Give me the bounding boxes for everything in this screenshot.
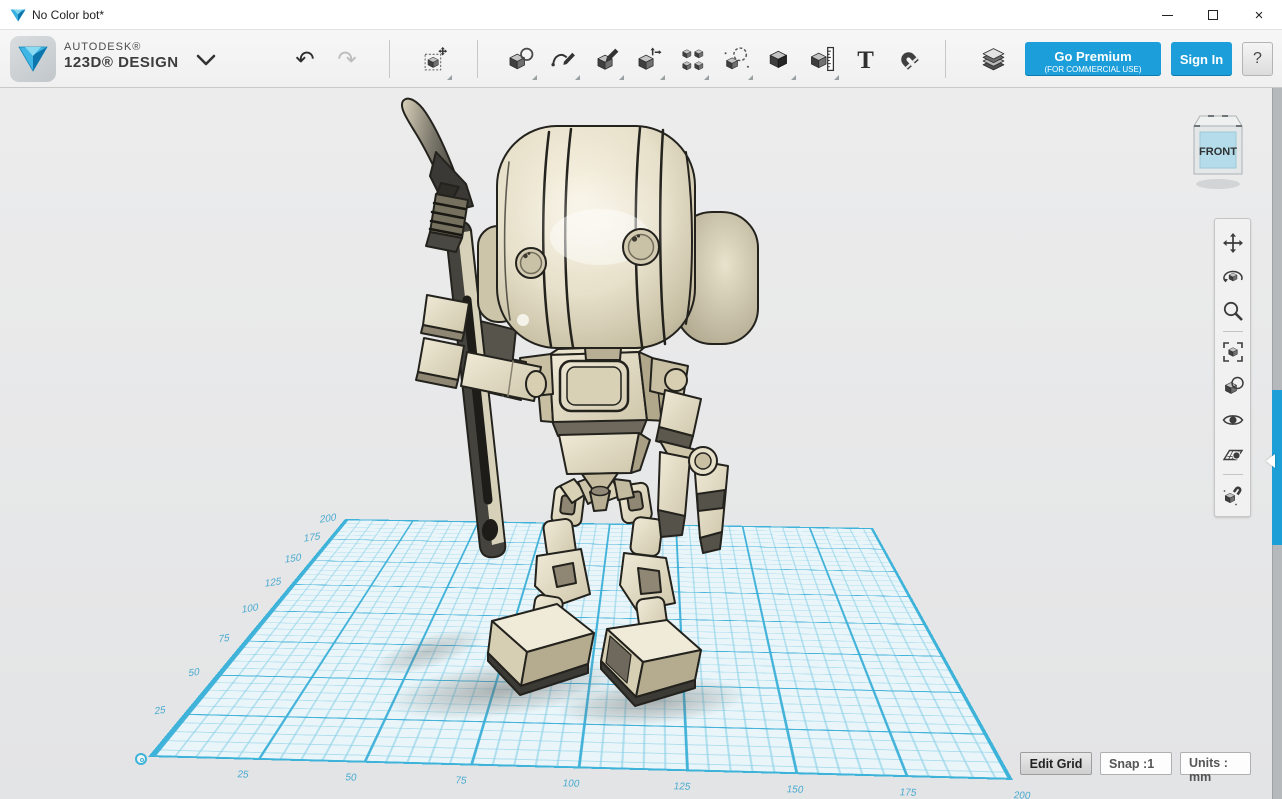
go-premium-button[interactable]: Go Premium (FOR COMMERCIAL USE) xyxy=(1025,42,1161,76)
zoom-tool[interactable] xyxy=(1218,294,1248,328)
magnet-icon xyxy=(895,46,922,73)
eye-icon xyxy=(1222,409,1244,431)
grouping-icon xyxy=(723,46,750,73)
main-toolbar: AUTODESK® 123D® DESIGN ↶ ↷ xyxy=(0,30,1282,88)
snap-to-object-tool[interactable] xyxy=(1218,478,1248,512)
robot-right-eye xyxy=(623,229,659,265)
close-button[interactable]: × xyxy=(1236,0,1282,30)
viewcube-shadow xyxy=(1196,179,1240,189)
menu-chevron-icon[interactable] xyxy=(196,54,216,66)
robot-head xyxy=(478,126,758,360)
tool-pattern[interactable] xyxy=(672,36,712,82)
orbit-tool[interactable] xyxy=(1218,260,1248,294)
viewport-canvas[interactable]: 2550751001251501752002550751001251501752… xyxy=(0,88,1282,799)
tool-sketch[interactable] xyxy=(543,36,583,82)
panel-expand-arrow-icon[interactable] xyxy=(1266,454,1275,468)
snap-setting-field[interactable]: Snap :1 xyxy=(1100,752,1172,775)
tool-combine[interactable] xyxy=(759,36,799,82)
snap-magnet-icon xyxy=(1222,484,1244,506)
maximize-button[interactable] xyxy=(1190,0,1236,30)
pan-tool[interactable] xyxy=(1218,226,1248,260)
toolbar-separator xyxy=(477,40,478,78)
sketch-icon xyxy=(550,46,577,73)
pattern-icon xyxy=(679,46,706,73)
modify-icon xyxy=(635,46,662,73)
fit-icon xyxy=(1222,341,1244,363)
shaded-view-tool[interactable] xyxy=(1218,369,1248,403)
view-cube[interactable]: FRONT xyxy=(1186,110,1250,196)
sign-in-button[interactable]: Sign In xyxy=(1171,42,1232,76)
primitives-icon xyxy=(507,46,534,73)
app-menu-logo[interactable] xyxy=(10,36,56,82)
maximize-icon xyxy=(1208,10,1218,20)
123d-logo-icon xyxy=(18,46,48,72)
units-setting-field[interactable]: Units : mm xyxy=(1180,752,1251,775)
orbit-icon xyxy=(1222,266,1244,288)
tool-material[interactable] xyxy=(973,36,1013,82)
material-layers-icon xyxy=(980,46,1007,73)
close-icon: × xyxy=(1255,7,1264,24)
fit-view-tool[interactable] xyxy=(1218,335,1248,369)
minimize-button[interactable] xyxy=(1144,0,1190,30)
go-premium-label: Go Premium xyxy=(1025,48,1161,65)
tool-transform[interactable] xyxy=(415,36,455,82)
app-logo-icon xyxy=(10,9,26,22)
brand-autodesk: AUTODESK® xyxy=(64,41,179,54)
measure-icon xyxy=(809,46,836,73)
toolbar-separator xyxy=(945,40,946,78)
pan-icon xyxy=(1222,232,1244,254)
workplane-visibility-tool[interactable] xyxy=(1218,437,1248,471)
toolbar-separator xyxy=(389,40,390,78)
viewcube-top-face[interactable] xyxy=(1194,116,1242,126)
tool-snap[interactable] xyxy=(888,36,928,82)
shading-icon xyxy=(1222,375,1244,397)
transform-icon xyxy=(422,46,449,73)
tool-construct[interactable] xyxy=(587,36,627,82)
minimize-icon xyxy=(1162,15,1173,16)
visibility-tool[interactable] xyxy=(1218,403,1248,437)
robot-model[interactable] xyxy=(368,99,758,734)
window-title: No Color bot* xyxy=(32,8,104,22)
navigation-palette xyxy=(1214,218,1251,517)
undo-button[interactable]: ↶ xyxy=(286,42,324,76)
brand-text: AUTODESK® 123D® DESIGN xyxy=(64,41,179,71)
text-icon: T xyxy=(852,46,879,73)
viewcube-front-label: FRONT xyxy=(1199,146,1237,158)
tool-primitives[interactable] xyxy=(500,36,540,82)
grid-eye-icon xyxy=(1222,443,1244,465)
robot-left-eye xyxy=(516,248,546,278)
palette-separator xyxy=(1223,331,1243,332)
scene-3d xyxy=(0,88,1282,799)
tool-modify[interactable] xyxy=(628,36,668,82)
combine-icon xyxy=(766,46,793,73)
svg-text:T: T xyxy=(857,46,874,72)
robot-right-arm xyxy=(650,358,728,553)
tool-text[interactable]: T xyxy=(845,36,885,82)
tool-measure[interactable] xyxy=(802,36,842,82)
titlebar: No Color bot* × xyxy=(0,0,1282,30)
magnifier-icon xyxy=(1222,300,1244,322)
palette-separator xyxy=(1223,474,1243,475)
go-premium-sublabel: (FOR COMMERCIAL USE) xyxy=(1025,65,1161,74)
tool-grouping[interactable] xyxy=(716,36,756,82)
edit-grid-button[interactable]: Edit Grid xyxy=(1020,752,1092,775)
help-button[interactable]: ? xyxy=(1242,42,1273,76)
robot-left-leg xyxy=(488,485,594,695)
redo-button[interactable]: ↷ xyxy=(328,42,366,76)
brand-123d-design: 123D® DESIGN xyxy=(64,54,179,71)
construct-icon xyxy=(594,46,621,73)
